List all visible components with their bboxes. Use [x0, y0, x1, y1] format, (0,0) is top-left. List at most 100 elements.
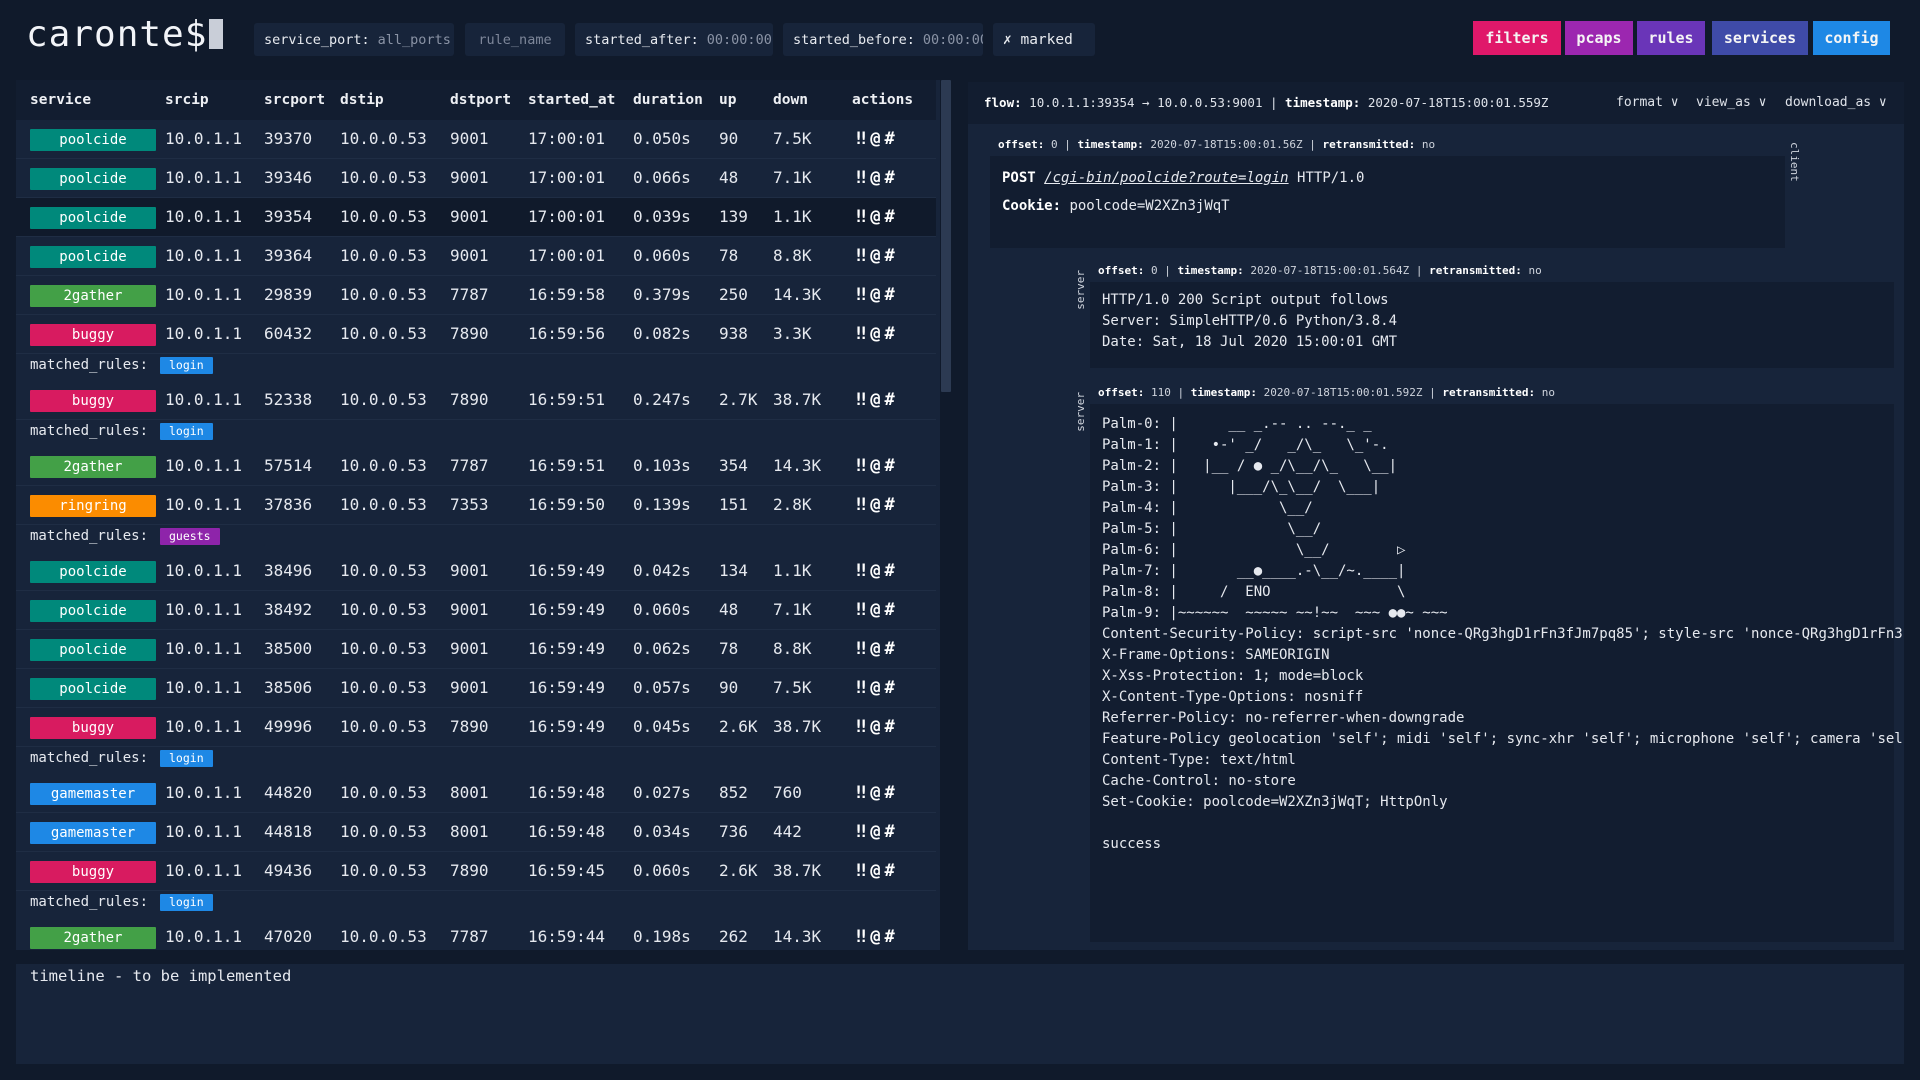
cell-started-at: 16:59:44 [528, 927, 606, 946]
table-row[interactable]: buggy 10.0.1.1 52338 10.0.0.53 7890 16:59:51 0… [16, 381, 936, 420]
format-dropdown[interactable]: format ∨ [1616, 82, 1679, 124]
row-actions-icons[interactable]: ‼@# [856, 708, 899, 746]
rule-tag[interactable]: login [160, 357, 213, 374]
row-actions-icons[interactable]: ‼@# [856, 120, 899, 158]
cell-srcip: 10.0.1.1 [165, 927, 243, 946]
row-actions-icons[interactable]: ‼@# [856, 552, 899, 590]
row-actions-icons[interactable]: ‼@# [856, 315, 899, 353]
service-badge: gamemaster [30, 822, 156, 844]
marked-filter-button[interactable]: ✗ marked [993, 23, 1095, 56]
column-duration[interactable]: duration [633, 80, 703, 120]
flow-label: flow: [984, 95, 1022, 110]
table-row[interactable]: gamemaster 10.0.1.1 44818 10.0.0.53 8001 16:5… [16, 813, 936, 852]
config-button[interactable]: config [1813, 21, 1890, 55]
cell-started-at: 16:59:45 [528, 861, 606, 880]
column-service[interactable]: service [30, 80, 91, 120]
table-row[interactable]: buggy 10.0.1.1 60432 10.0.0.53 7890 16:59:56 0… [16, 315, 936, 354]
cell-down: 38.7K [773, 717, 822, 736]
table-row[interactable]: poolcide 10.0.1.1 39364 10.0.0.53 9001 17:00:… [16, 237, 936, 276]
table-row[interactable]: poolcide 10.0.1.1 39346 10.0.0.53 9001 17:00:… [16, 159, 936, 198]
cell-srcport: 44818 [264, 822, 313, 841]
row-actions-icons[interactable]: ‼@# [856, 591, 899, 629]
row-actions-icons[interactable]: ‼@# [856, 381, 899, 419]
request-proto: HTTP/1.0 [1297, 170, 1365, 186]
column-down[interactable]: down [773, 80, 808, 120]
row-actions-icons[interactable]: ‼@# [856, 630, 899, 668]
cell-started-at: 16:59:51 [528, 456, 606, 475]
column-dstip[interactable]: dstip [340, 80, 384, 120]
rule-tag[interactable]: login [160, 423, 213, 440]
cell-srcip: 10.0.1.1 [165, 324, 243, 343]
column-up[interactable]: up [719, 80, 736, 120]
table-row[interactable]: poolcide 10.0.1.1 38492 10.0.0.53 9001 16:59:… [16, 591, 936, 630]
cell-srcport: 29839 [264, 285, 313, 304]
table-row[interactable]: 2gather 10.0.1.1 29839 10.0.0.53 7787 16:59:5… [16, 276, 936, 315]
message-meta: offset: 0 | timestamp: 2020-07-18T15:00:… [990, 134, 1785, 156]
services-button[interactable]: services [1712, 21, 1808, 55]
rules-button[interactable]: rules [1637, 21, 1705, 55]
column-srcip[interactable]: srcip [165, 80, 209, 120]
started-before-filter[interactable]: started_before: 00:00:00 [783, 23, 983, 56]
cell-started-at: 16:59:49 [528, 678, 606, 697]
rule-tag[interactable]: login [160, 750, 213, 767]
cell-dstip: 10.0.0.53 [340, 783, 427, 802]
rule-tag[interactable]: guests [160, 528, 220, 545]
row-actions-icons[interactable]: ‼@# [856, 276, 899, 314]
table-row[interactable]: buggy 10.0.1.1 49436 10.0.0.53 7890 16:59:45 0… [16, 852, 936, 891]
response-headers: HTTP/1.0 200 Script output follows Serve… [1102, 292, 1398, 350]
rule-tag[interactable]: login [160, 894, 213, 911]
message-meta: offset: 110 | timestamp: 2020-07-18T15:0… [1090, 382, 1894, 404]
cell-dstip: 10.0.0.53 [340, 822, 427, 841]
column-srcport[interactable]: srcport [264, 80, 325, 120]
cell-down: 14.3K [773, 927, 822, 946]
column-dstport[interactable]: dstport [450, 80, 511, 120]
cell-down: 8.8K [773, 639, 812, 658]
table-row[interactable]: 2gather 10.0.1.1 57514 10.0.0.53 7787 16:59:5… [16, 447, 936, 486]
cell-dstport: 8001 [450, 822, 489, 841]
row-actions-icons[interactable]: ‼@# [856, 198, 899, 236]
table-row[interactable]: poolcide 10.0.1.1 38496 10.0.0.53 9001 16:59:… [16, 552, 936, 591]
table-row[interactable]: gamemaster 10.0.1.1 44820 10.0.0.53 8001 16:5… [16, 774, 936, 813]
table-row[interactable]: poolcide 10.0.1.1 39370 10.0.0.53 9001 17:00:… [16, 120, 936, 159]
row-actions-icons[interactable]: ‼@# [856, 852, 899, 890]
row-actions-icons[interactable]: ‼@# [856, 774, 899, 812]
table-row[interactable]: ringring 10.0.1.1 37836 10.0.0.53 7353 16:59:… [16, 486, 936, 525]
cell-dstip: 10.0.0.53 [340, 207, 427, 226]
started-before-value: 00:00:00 [922, 31, 983, 48]
table-row[interactable]: buggy 10.0.1.1 49996 10.0.0.53 7890 16:59:49 0… [16, 708, 936, 747]
row-actions-icons[interactable]: ‼@# [856, 237, 899, 275]
filters-button[interactable]: filters [1473, 21, 1561, 55]
matched-rules-row: matched_rules: guests [16, 525, 936, 552]
service-badge: poolcide [30, 600, 156, 622]
cell-srcip: 10.0.1.1 [165, 822, 243, 841]
column-started-at[interactable]: started_at [528, 80, 615, 120]
cell-srcip: 10.0.1.1 [165, 861, 243, 880]
view-as-dropdown[interactable]: view_as ∨ [1696, 82, 1766, 124]
row-actions-icons[interactable]: ‼@# [856, 813, 899, 851]
cell-started-at: 17:00:01 [528, 246, 606, 265]
pcaps-button[interactable]: pcaps [1565, 21, 1633, 55]
table-scrollbar-thumb[interactable] [941, 80, 951, 392]
row-actions-icons[interactable]: ‼@# [856, 159, 899, 197]
download-as-dropdown[interactable]: download_as ∨ [1785, 82, 1887, 124]
app-logo[interactable]: caronte$ [26, 14, 224, 55]
column-actions: actions [852, 92, 914, 108]
cell-srcport: 39364 [264, 246, 313, 265]
cell-srcport: 38506 [264, 678, 313, 697]
table-row[interactable]: poolcide 10.0.1.1 38506 10.0.0.53 9001 16:59:… [16, 669, 936, 708]
row-actions-icons[interactable]: ‼@# [856, 486, 899, 524]
row-actions-icons[interactable]: ‼@# [856, 447, 899, 485]
cell-dstip: 10.0.0.53 [340, 324, 427, 343]
table-row[interactable]: poolcide 10.0.1.1 39354 10.0.0.53 9001 17:00:… [16, 198, 936, 237]
cell-dstip: 10.0.0.53 [340, 600, 427, 619]
service-badge: poolcide [30, 678, 156, 700]
table-row[interactable]: poolcide 10.0.1.1 38500 10.0.0.53 9001 16:59:… [16, 630, 936, 669]
service-badge: buggy [30, 324, 156, 346]
started-after-filter[interactable]: started_after: 00:00:00 [575, 23, 773, 56]
table-row[interactable]: 2gather 10.0.1.1 47020 10.0.0.53 7787 16:59:4… [16, 918, 936, 950]
row-actions-icons[interactable]: ‼@# [856, 918, 899, 950]
cell-down: 7.1K [773, 168, 812, 187]
row-actions-icons[interactable]: ‼@# [856, 669, 899, 707]
rule-name-input[interactable]: rule_name [465, 23, 565, 56]
service-port-filter[interactable]: service_port: all_ports [254, 23, 454, 56]
